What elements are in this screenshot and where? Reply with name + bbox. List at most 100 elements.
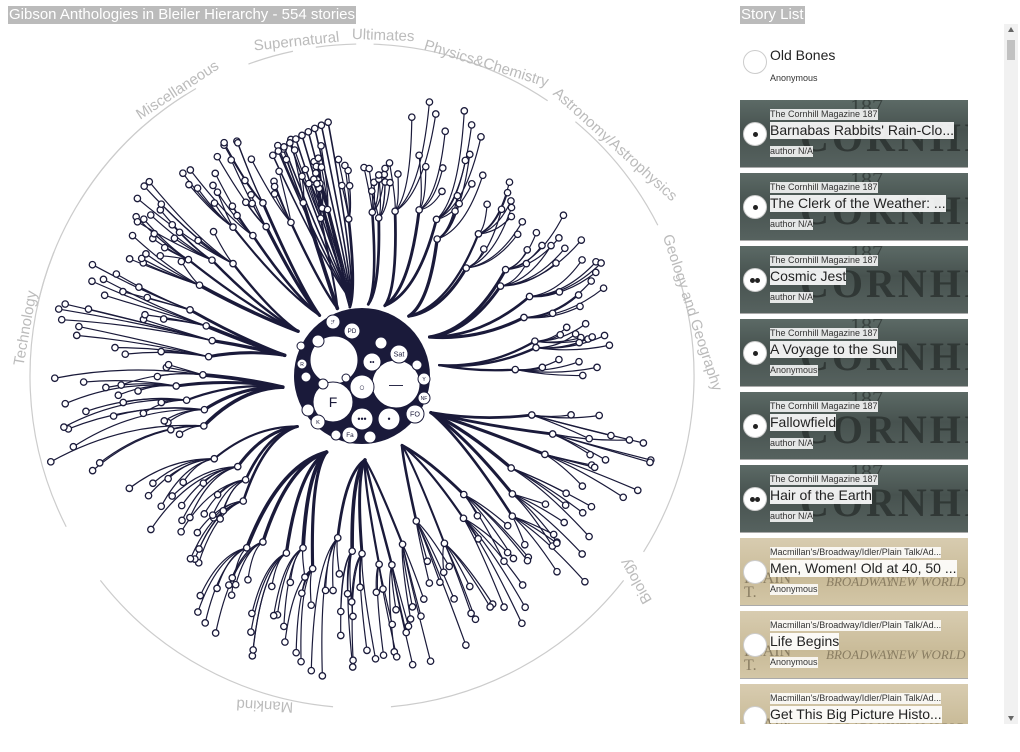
story-node[interactable]: [157, 398, 166, 407]
story-node[interactable]: [321, 586, 330, 595]
story-node[interactable]: [578, 508, 587, 517]
story-node[interactable]: [503, 548, 512, 557]
story-node[interactable]: [297, 589, 306, 598]
story-node[interactable]: [575, 338, 584, 347]
story-node[interactable]: [556, 330, 565, 339]
story-node[interactable]: [368, 208, 377, 217]
story-node[interactable]: [143, 293, 152, 302]
story-node[interactable]: [477, 133, 485, 141]
story-node[interactable]: [310, 124, 319, 133]
hub-bubble[interactable]: [374, 336, 388, 350]
scroll-thumb[interactable]: [1007, 40, 1015, 60]
story-title[interactable]: Men, Women! Old at 40, 50 ...: [770, 560, 957, 577]
story-node[interactable]: [280, 622, 288, 631]
story-node[interactable]: [301, 573, 309, 581]
story-node[interactable]: [195, 545, 203, 553]
story-node[interactable]: [605, 341, 614, 350]
story-node[interactable]: [177, 527, 185, 536]
story-node[interactable]: [84, 305, 93, 313]
story-node[interactable]: [79, 378, 88, 386]
story-node[interactable]: [142, 250, 150, 258]
story-node[interactable]: [459, 490, 468, 499]
story-node[interactable]: [467, 609, 475, 618]
story-node[interactable]: [521, 603, 530, 612]
story-node[interactable]: [248, 199, 257, 208]
story-node[interactable]: [141, 310, 149, 319]
story-node[interactable]: [531, 337, 539, 346]
story-node[interactable]: [172, 382, 181, 390]
story-node[interactable]: [439, 568, 448, 577]
story-node[interactable]: [211, 169, 220, 178]
story-node[interactable]: [164, 360, 173, 369]
story-node[interactable]: [301, 165, 310, 174]
story-node[interactable]: [607, 431, 615, 440]
story-title[interactable]: The Clerk of the Weather: ...: [770, 195, 946, 212]
story-node[interactable]: [285, 139, 294, 147]
story-node[interactable]: [474, 535, 483, 543]
story-node[interactable]: [229, 223, 237, 231]
story-node[interactable]: [388, 561, 396, 569]
story-node[interactable]: [417, 612, 425, 621]
story-node[interactable]: [509, 554, 518, 563]
category-label[interactable]: Technology: [11, 289, 41, 367]
story-node[interactable]: [462, 641, 470, 649]
story-node[interactable]: [500, 603, 508, 611]
story-node[interactable]: [347, 598, 356, 606]
story-node[interactable]: [349, 612, 357, 621]
story-node[interactable]: [166, 425, 175, 434]
story-node[interactable]: [233, 462, 242, 471]
story-node[interactable]: [460, 107, 469, 115]
story-node[interactable]: [195, 281, 204, 290]
story-node[interactable]: [576, 302, 584, 311]
story-node[interactable]: [149, 479, 157, 488]
story-node[interactable]: [46, 457, 55, 466]
story-node[interactable]: [216, 515, 225, 523]
story-node[interactable]: [228, 574, 237, 582]
story-node[interactable]: [202, 322, 211, 330]
story-node[interactable]: [578, 482, 587, 490]
story-node[interactable]: [99, 275, 108, 284]
story-node[interactable]: [334, 155, 343, 164]
story-node[interactable]: [473, 511, 482, 520]
story-node[interactable]: [385, 159, 394, 167]
story-node[interactable]: [144, 491, 153, 500]
story-node[interactable]: [220, 138, 228, 147]
story-node[interactable]: [299, 198, 308, 207]
story-node[interactable]: [467, 179, 476, 188]
scrollbar[interactable]: [1004, 24, 1018, 724]
story-node[interactable]: [445, 562, 454, 571]
story-node[interactable]: [297, 657, 305, 666]
story-title[interactable]: Life Begins: [770, 633, 840, 650]
story-node[interactable]: [228, 202, 237, 211]
story-node[interactable]: [392, 605, 400, 614]
story-node[interactable]: [72, 331, 81, 340]
story-node[interactable]: [61, 399, 70, 408]
story-node[interactable]: [193, 184, 202, 193]
story-node[interactable]: [415, 206, 423, 214]
story-node[interactable]: [69, 442, 78, 451]
story-node[interactable]: [186, 166, 195, 174]
story-node[interactable]: [451, 207, 459, 216]
category-label[interactable]: Ultimates: [352, 26, 415, 45]
story-node[interactable]: [548, 430, 557, 438]
story-node[interactable]: [507, 203, 516, 212]
scroll-up-icon[interactable]: [1008, 27, 1014, 32]
story-node[interactable]: [597, 259, 605, 267]
category-label[interactable]: Mankind: [236, 696, 294, 716]
story-node[interactable]: [177, 257, 186, 266]
story-icon[interactable]: [743, 195, 767, 219]
story-node[interactable]: [440, 539, 449, 548]
story-node[interactable]: [201, 619, 210, 627]
story-icon[interactable]: [743, 50, 767, 74]
story-node[interactable]: [307, 601, 316, 610]
story-node[interactable]: [213, 490, 222, 499]
story-node[interactable]: [88, 277, 96, 286]
story-icon[interactable]: [743, 560, 767, 584]
story-node[interactable]: [438, 164, 447, 172]
story-card[interactable]: PLAINT.BROADWAYNEW WORLDMacmillan's/Broa…: [740, 684, 968, 724]
story-node[interactable]: [374, 171, 383, 179]
story-node[interactable]: [219, 506, 228, 515]
story-node[interactable]: [133, 194, 142, 203]
story-title[interactable]: Fallowfield: [770, 414, 837, 431]
story-node[interactable]: [135, 283, 143, 291]
